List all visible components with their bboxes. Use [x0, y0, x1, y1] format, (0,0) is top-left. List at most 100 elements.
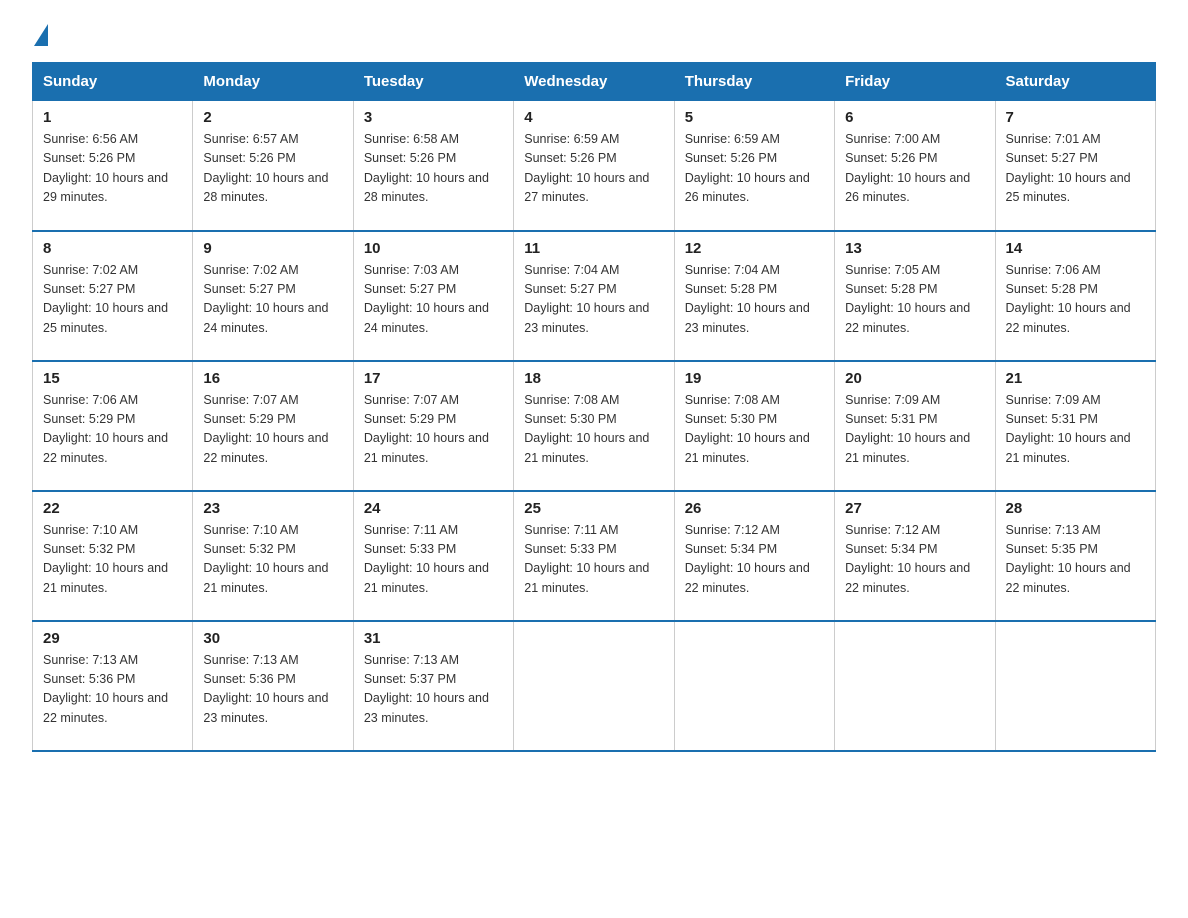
- calendar-cell: 15 Sunrise: 7:06 AMSunset: 5:29 PMDayligh…: [33, 361, 193, 491]
- calendar-cell: 11 Sunrise: 7:04 AMSunset: 5:27 PMDayligh…: [514, 231, 674, 361]
- day-info: Sunrise: 7:11 AMSunset: 5:33 PMDaylight:…: [524, 521, 663, 599]
- calendar-cell: 18Sunrise: 7:08 AMSunset: 5:30 PMDayligh…: [514, 361, 674, 491]
- day-number: 29: [43, 630, 182, 647]
- day-info: Sunrise: 7:04 AMSunset: 5:27 PMDaylight:…: [524, 261, 663, 339]
- day-info: Sunrise: 7:12 AMSunset: 5:34 PMDaylight:…: [685, 521, 824, 599]
- calendar-cell: 10 Sunrise: 7:03 AMSunset: 5:27 PMDayligh…: [353, 231, 513, 361]
- day-number: 21: [1006, 370, 1145, 387]
- calendar-cell: 5 Sunrise: 6:59 AMSunset: 5:26 PMDaylight…: [674, 101, 834, 231]
- day-number: 2: [203, 109, 342, 126]
- day-number: 12: [685, 240, 824, 257]
- day-info: Sunrise: 7:13 AMSunset: 5:37 PMDaylight:…: [364, 651, 503, 729]
- week-row-5: 29 Sunrise: 7:13 AMSunset: 5:36 PMDayligh…: [33, 621, 1156, 751]
- day-number: 19: [685, 370, 824, 387]
- day-info: Sunrise: 7:03 AMSunset: 5:27 PMDaylight:…: [364, 261, 503, 339]
- calendar-cell: 6 Sunrise: 7:00 AMSunset: 5:26 PMDaylight…: [835, 101, 995, 231]
- day-number: 8: [43, 240, 182, 257]
- weekday-header-row: SundayMondayTuesdayWednesdayThursdayFrid…: [33, 63, 1156, 101]
- weekday-header-friday: Friday: [835, 63, 995, 101]
- day-number: 15: [43, 370, 182, 387]
- calendar-cell: 31 Sunrise: 7:13 AMSunset: 5:37 PMDayligh…: [353, 621, 513, 751]
- calendar-cell: 3Sunrise: 6:58 AMSunset: 5:26 PMDaylight…: [353, 101, 513, 231]
- day-number: 10: [364, 240, 503, 257]
- page-header: [32, 24, 1156, 44]
- week-row-1: 1 Sunrise: 6:56 AMSunset: 5:26 PMDaylight…: [33, 101, 1156, 231]
- calendar-cell: 14Sunrise: 7:06 AMSunset: 5:28 PMDayligh…: [995, 231, 1155, 361]
- day-number: 31: [364, 630, 503, 647]
- day-number: 6: [845, 109, 984, 126]
- day-info: Sunrise: 7:02 AMSunset: 5:27 PMDaylight:…: [43, 261, 182, 339]
- calendar-cell: 30Sunrise: 7:13 AMSunset: 5:36 PMDayligh…: [193, 621, 353, 751]
- day-info: Sunrise: 7:00 AMSunset: 5:26 PMDaylight:…: [845, 130, 984, 208]
- calendar-cell: 8 Sunrise: 7:02 AMSunset: 5:27 PMDaylight…: [33, 231, 193, 361]
- calendar-body: 1 Sunrise: 6:56 AMSunset: 5:26 PMDaylight…: [33, 101, 1156, 751]
- day-info: Sunrise: 6:58 AMSunset: 5:26 PMDaylight:…: [364, 130, 503, 208]
- calendar-cell: [674, 621, 834, 751]
- day-info: Sunrise: 7:04 AMSunset: 5:28 PMDaylight:…: [685, 261, 824, 339]
- calendar-header: SundayMondayTuesdayWednesdayThursdayFrid…: [33, 63, 1156, 101]
- day-info: Sunrise: 7:09 AMSunset: 5:31 PMDaylight:…: [845, 391, 984, 469]
- calendar-cell: 9 Sunrise: 7:02 AMSunset: 5:27 PMDaylight…: [193, 231, 353, 361]
- week-row-3: 15 Sunrise: 7:06 AMSunset: 5:29 PMDayligh…: [33, 361, 1156, 491]
- weekday-header-thursday: Thursday: [674, 63, 834, 101]
- weekday-header-sunday: Sunday: [33, 63, 193, 101]
- weekday-header-saturday: Saturday: [995, 63, 1155, 101]
- day-number: 25: [524, 500, 663, 517]
- day-info: Sunrise: 7:06 AMSunset: 5:29 PMDaylight:…: [43, 391, 182, 469]
- day-number: 11: [524, 240, 663, 257]
- day-number: 16: [203, 370, 342, 387]
- logo: [32, 24, 48, 44]
- day-number: 18: [524, 370, 663, 387]
- day-info: Sunrise: 6:56 AMSunset: 5:26 PMDaylight:…: [43, 130, 182, 208]
- day-number: 13: [845, 240, 984, 257]
- calendar-cell: 20 Sunrise: 7:09 AMSunset: 5:31 PMDayligh…: [835, 361, 995, 491]
- calendar-cell: 21 Sunrise: 7:09 AMSunset: 5:31 PMDayligh…: [995, 361, 1155, 491]
- day-number: 5: [685, 109, 824, 126]
- day-number: 22: [43, 500, 182, 517]
- day-info: Sunrise: 7:10 AMSunset: 5:32 PMDaylight:…: [43, 521, 182, 599]
- day-number: 9: [203, 240, 342, 257]
- day-info: Sunrise: 7:13 AMSunset: 5:36 PMDaylight:…: [203, 651, 342, 729]
- day-number: 28: [1006, 500, 1145, 517]
- calendar-cell: 25 Sunrise: 7:11 AMSunset: 5:33 PMDayligh…: [514, 491, 674, 621]
- calendar-cell: 12 Sunrise: 7:04 AMSunset: 5:28 PMDayligh…: [674, 231, 834, 361]
- calendar-cell: 19Sunrise: 7:08 AMSunset: 5:30 PMDayligh…: [674, 361, 834, 491]
- day-info: Sunrise: 7:12 AMSunset: 5:34 PMDaylight:…: [845, 521, 984, 599]
- day-info: Sunrise: 7:09 AMSunset: 5:31 PMDaylight:…: [1006, 391, 1145, 469]
- day-info: Sunrise: 6:59 AMSunset: 5:26 PMDaylight:…: [685, 130, 824, 208]
- weekday-header-wednesday: Wednesday: [514, 63, 674, 101]
- calendar-cell: [835, 621, 995, 751]
- day-number: 26: [685, 500, 824, 517]
- calendar-cell: 1 Sunrise: 6:56 AMSunset: 5:26 PMDaylight…: [33, 101, 193, 231]
- day-number: 24: [364, 500, 503, 517]
- logo-triangle-icon: [34, 24, 48, 46]
- calendar-cell: 27 Sunrise: 7:12 AMSunset: 5:34 PMDayligh…: [835, 491, 995, 621]
- calendar-cell: 26 Sunrise: 7:12 AMSunset: 5:34 PMDayligh…: [674, 491, 834, 621]
- calendar-table: SundayMondayTuesdayWednesdayThursdayFrid…: [32, 62, 1156, 752]
- day-info: Sunrise: 7:02 AMSunset: 5:27 PMDaylight:…: [203, 261, 342, 339]
- day-info: Sunrise: 7:01 AMSunset: 5:27 PMDaylight:…: [1006, 130, 1145, 208]
- week-row-4: 22 Sunrise: 7:10 AMSunset: 5:32 PMDayligh…: [33, 491, 1156, 621]
- calendar-cell: 7 Sunrise: 7:01 AMSunset: 5:27 PMDaylight…: [995, 101, 1155, 231]
- calendar-cell: 4Sunrise: 6:59 AMSunset: 5:26 PMDaylight…: [514, 101, 674, 231]
- day-number: 7: [1006, 109, 1145, 126]
- weekday-header-monday: Monday: [193, 63, 353, 101]
- day-number: 17: [364, 370, 503, 387]
- calendar-cell: 22 Sunrise: 7:10 AMSunset: 5:32 PMDayligh…: [33, 491, 193, 621]
- calendar-cell: 16 Sunrise: 7:07 AMSunset: 5:29 PMDayligh…: [193, 361, 353, 491]
- day-number: 27: [845, 500, 984, 517]
- day-info: Sunrise: 7:07 AMSunset: 5:29 PMDaylight:…: [203, 391, 342, 469]
- day-number: 14: [1006, 240, 1145, 257]
- calendar-cell: 23Sunrise: 7:10 AMSunset: 5:32 PMDayligh…: [193, 491, 353, 621]
- calendar-cell: 2 Sunrise: 6:57 AMSunset: 5:26 PMDaylight…: [193, 101, 353, 231]
- day-info: Sunrise: 7:05 AMSunset: 5:28 PMDaylight:…: [845, 261, 984, 339]
- day-number: 4: [524, 109, 663, 126]
- day-number: 20: [845, 370, 984, 387]
- day-info: Sunrise: 6:57 AMSunset: 5:26 PMDaylight:…: [203, 130, 342, 208]
- day-info: Sunrise: 7:07 AMSunset: 5:29 PMDaylight:…: [364, 391, 503, 469]
- day-number: 1: [43, 109, 182, 126]
- weekday-header-tuesday: Tuesday: [353, 63, 513, 101]
- calendar-cell: 29Sunrise: 7:13 AMSunset: 5:36 PMDayligh…: [33, 621, 193, 751]
- day-info: Sunrise: 7:10 AMSunset: 5:32 PMDaylight:…: [203, 521, 342, 599]
- week-row-2: 8 Sunrise: 7:02 AMSunset: 5:27 PMDaylight…: [33, 231, 1156, 361]
